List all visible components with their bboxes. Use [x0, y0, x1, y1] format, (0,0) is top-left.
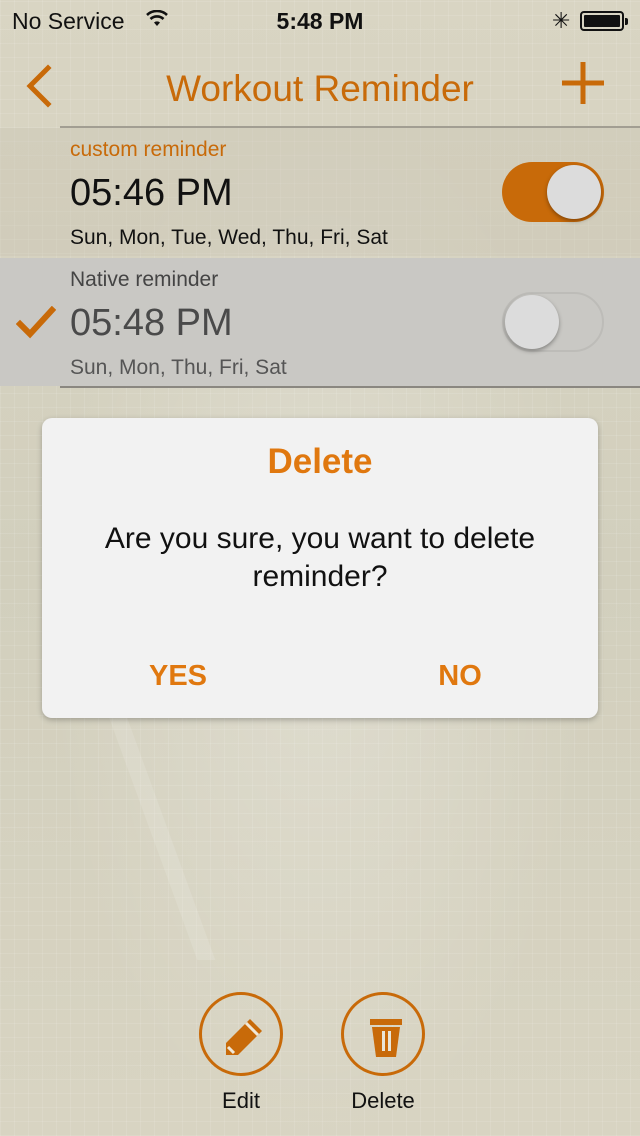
delete-dialog: Delete Are you sure, you want to delete …	[42, 418, 598, 718]
nav-bar: Workout Reminder	[0, 40, 640, 128]
dialog-message: Are you sure, you want to delete reminde…	[104, 522, 536, 593]
reminder-time: 05:46 PM	[70, 172, 233, 214]
page-title: Workout Reminder	[166, 68, 474, 109]
row-divider	[60, 386, 640, 388]
reminder-row-selected[interactable]: Native reminder 05:48 PM Sun, Mon, Thu, …	[0, 258, 640, 388]
delete-button[interactable]: Delete	[323, 992, 443, 1114]
yes-button[interactable]: YES	[78, 660, 278, 693]
reminder-days: Sun, Mon, Thu, Fri, Sat	[70, 356, 287, 379]
reminder-row[interactable]: custom reminder 05:46 PM Sun, Mon, Tue, …	[0, 126, 640, 256]
status-time: 5:48 PM	[276, 8, 364, 34]
reminder-days: Sun, Mon, Tue, Wed, Thu, Fri, Sat	[70, 226, 388, 249]
trash-icon	[370, 1019, 402, 1057]
pencil-icon	[226, 1019, 262, 1055]
row-divider	[60, 126, 640, 128]
reminder-time: 05:48 PM	[70, 302, 233, 344]
toggle-knob	[505, 295, 559, 349]
no-button[interactable]: NO	[360, 660, 560, 693]
checkmark-icon	[16, 306, 56, 339]
edit-button[interactable]: Edit	[181, 992, 301, 1114]
plus-icon[interactable]	[560, 60, 606, 106]
toggle-knob	[547, 165, 601, 219]
battery-icon	[580, 11, 628, 31]
delete-circle[interactable]	[341, 992, 425, 1076]
edit-label: Edit	[222, 1088, 260, 1113]
bluetooth-icon: ✳	[552, 8, 571, 33]
delete-label: Delete	[351, 1088, 415, 1113]
reminder-label: custom reminder	[70, 138, 227, 161]
edit-circle[interactable]	[199, 992, 283, 1076]
reminder-label: Native reminder	[70, 268, 219, 291]
reminder-toggle[interactable]	[502, 162, 604, 222]
reminder-toggle[interactable]	[502, 292, 604, 352]
status-bar: No Service 5:48 PM ✳	[0, 0, 640, 40]
dialog-title: Delete	[267, 442, 373, 481]
